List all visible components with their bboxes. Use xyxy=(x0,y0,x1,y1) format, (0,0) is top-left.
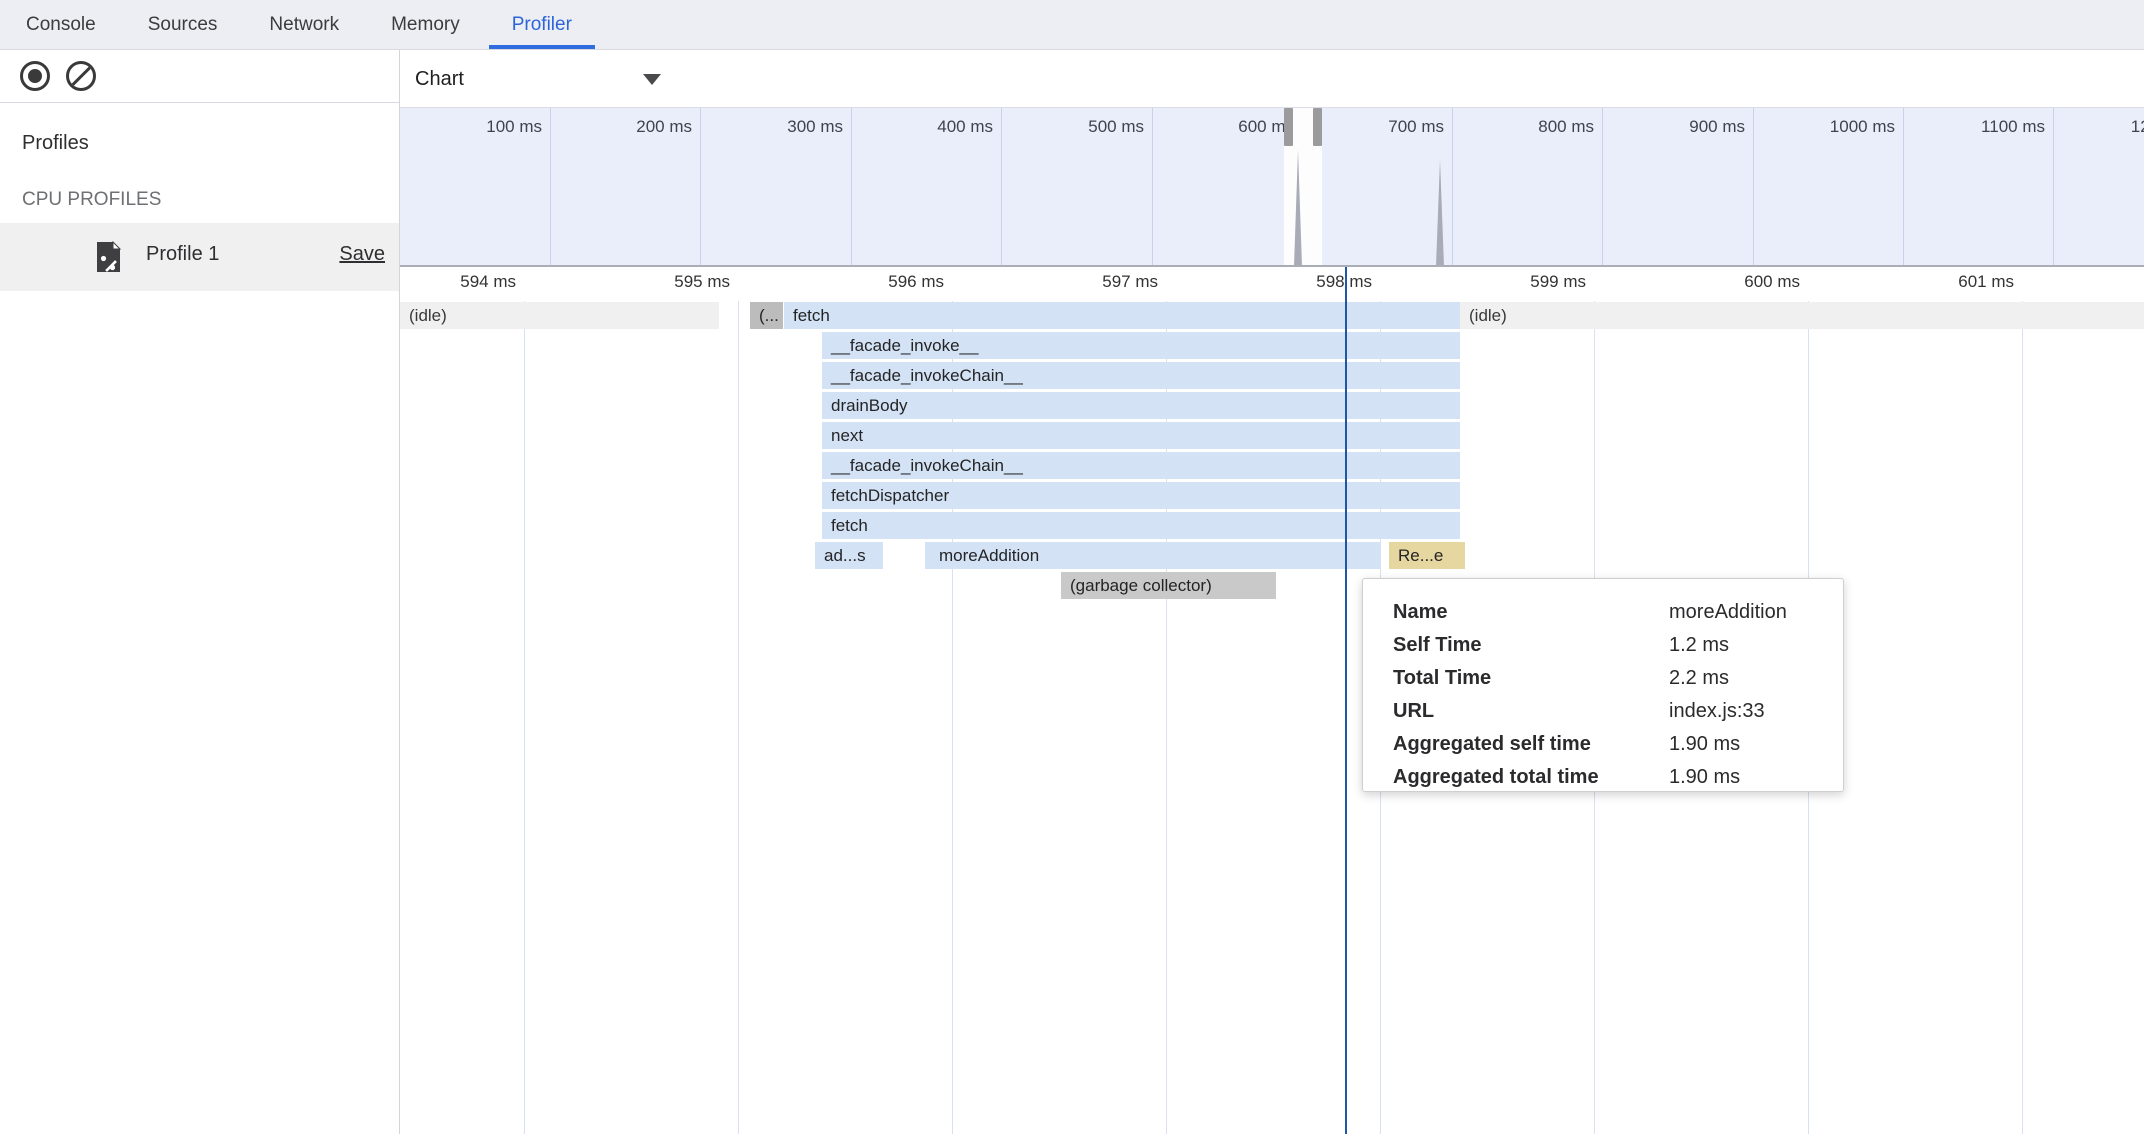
tab-memory[interactable]: Memory xyxy=(365,0,486,49)
profiler-toolbar xyxy=(0,50,399,103)
profiles-header: Profiles xyxy=(22,132,89,155)
flame-bar[interactable]: (... xyxy=(750,302,783,329)
tooltip-row: Aggregated self time1.90 ms xyxy=(1393,728,1843,761)
tooltip-row-value: 1.90 ms xyxy=(1669,766,1843,789)
overview-tick-label: 300 ms xyxy=(713,117,843,137)
clear-icon[interactable] xyxy=(66,61,96,91)
record-dot-icon xyxy=(28,69,42,83)
cpu-activity-spike xyxy=(1436,160,1444,266)
profile-list-item[interactable]: Profile 1 Save xyxy=(0,223,399,291)
overview-tick-label: 600 ms xyxy=(1164,117,1294,137)
tooltip-row-label: Aggregated self time xyxy=(1393,733,1669,756)
overview-gridline xyxy=(1753,108,1754,266)
detail-gridline xyxy=(524,267,525,1134)
ruler-tick-label: 600 ms xyxy=(1670,272,1800,292)
overview-gridline xyxy=(1452,108,1453,266)
flame-bar[interactable]: __facade_invoke__ xyxy=(822,332,1460,359)
overview-gridline xyxy=(700,108,701,266)
view-mode-row: Chart xyxy=(400,50,2144,108)
overview-gridline xyxy=(1152,108,1153,266)
tab-network[interactable]: Network xyxy=(243,0,365,49)
cpu-profiles-section-header: CPU PROFILES xyxy=(22,189,161,211)
tooltip-row-label: Self Time xyxy=(1393,634,1669,657)
profile-document-icon xyxy=(94,241,122,273)
flame-bar[interactable]: ad...s xyxy=(815,542,883,569)
profiler-panel: Console Sources Network Memory Profiler … xyxy=(0,0,2144,1134)
tooltip-row-value: 2.2 ms xyxy=(1669,667,1843,690)
tooltip-row: URLindex.js:33 xyxy=(1393,695,1843,728)
flame-bar[interactable]: (idle) xyxy=(400,302,719,329)
flame-bar[interactable]: fetch xyxy=(784,302,1460,329)
overview-gridline xyxy=(1602,108,1603,266)
flame-bar[interactable]: (garbage collector) xyxy=(1061,572,1276,599)
flame-bar[interactable]: Re...e xyxy=(1389,542,1465,569)
cpu-activity-spike xyxy=(1294,150,1302,266)
detail-gridline xyxy=(738,267,739,1134)
overview-gridline xyxy=(1903,108,1904,266)
overview-tick-label: 500 ms xyxy=(1014,117,1144,137)
tooltip-row: Aggregated total time1.90 ms xyxy=(1393,761,1843,794)
flame-bar[interactable]: next xyxy=(822,422,1460,449)
tooltip-row-value: index.js:33 xyxy=(1669,700,1843,723)
tooltip-row-label: Total Time xyxy=(1393,667,1669,690)
overview-tick-label: 900 ms xyxy=(1615,117,1745,137)
tooltip-row-label: URL xyxy=(1393,700,1669,723)
chevron-down-icon xyxy=(643,74,661,85)
profiles-sidebar: Profiles CPU PROFILES Profile 1 Save xyxy=(0,103,399,1134)
tooltip-row-value: 1.90 ms xyxy=(1669,733,1843,756)
overview-tick-label: 800 ms xyxy=(1464,117,1594,137)
tooltip-row-label: Name xyxy=(1393,601,1669,624)
tooltip-row: NamemoreAddition xyxy=(1393,596,1843,629)
selection-handle-left[interactable] xyxy=(1284,108,1293,146)
overview-gridline xyxy=(851,108,852,266)
selection-handle-right[interactable] xyxy=(1313,108,1322,146)
overview-tick-label: 1100 ms xyxy=(1915,117,2045,137)
overview-gridline xyxy=(2053,108,2054,266)
overview-tick-label: 100 ms xyxy=(412,117,542,137)
flame-bar[interactable]: __facade_invokeChain__ xyxy=(822,362,1460,389)
tooltip-row: Self Time1.2 ms xyxy=(1393,629,1843,662)
overview-tick-label: 700 ms xyxy=(1314,117,1444,137)
playhead-marker xyxy=(1345,267,1347,1134)
record-icon[interactable] xyxy=(20,61,50,91)
flame-bar[interactable]: moreAddition xyxy=(925,542,1380,569)
clear-slash-icon xyxy=(69,64,92,87)
overview-tick-label: 1200 ms xyxy=(2066,117,2144,137)
tooltip-row-value: moreAddition xyxy=(1669,601,1843,624)
ruler-tick-label: 595 ms xyxy=(600,272,730,292)
tab-sources[interactable]: Sources xyxy=(122,0,244,49)
frame-details-tooltip: NamemoreAdditionSelf Time1.2 msTotal Tim… xyxy=(1362,578,1844,792)
save-profile-link[interactable]: Save xyxy=(339,243,385,266)
flame-bar[interactable]: fetchDispatcher xyxy=(822,482,1460,509)
flame-chart-area[interactable]: (idle)(...fetch(idle)__facade_invoke____… xyxy=(400,267,2144,1134)
overview-tick-label: 200 ms xyxy=(562,117,692,137)
overview-tick-label: 1000 ms xyxy=(1765,117,1895,137)
detail-gridline xyxy=(2022,267,2023,1134)
flame-bar[interactable]: drainBody xyxy=(822,392,1460,419)
timeline-overview[interactable]: 100 ms 200 ms 300 ms 400 ms 500 ms 600 ms 700 … xyxy=(400,108,2144,266)
chart-view-value: Chart xyxy=(415,68,464,91)
overview-gridline xyxy=(1001,108,1002,266)
profile-name: Profile 1 xyxy=(146,243,219,266)
tooltip-row-value: 1.2 ms xyxy=(1669,634,1843,657)
tooltip-row: Total Time2.2 ms xyxy=(1393,662,1843,695)
ruler-tick-label: 597 ms xyxy=(1028,272,1158,292)
ruler-tick-label: 596 ms xyxy=(814,272,944,292)
ruler-tick-label: 598 ms xyxy=(1242,272,1372,292)
chart-view-select[interactable]: Chart xyxy=(415,62,661,96)
overview-tick-label: 400 ms xyxy=(863,117,993,137)
tab-console[interactable]: Console xyxy=(0,0,122,49)
tab-profiler[interactable]: Profiler xyxy=(486,0,598,49)
ruler-tick-label: 601 ms xyxy=(1884,272,2014,292)
overview-gridline xyxy=(550,108,551,266)
ruler-tick-label: 594 ms xyxy=(386,272,516,292)
flame-bar[interactable]: __facade_invokeChain__ xyxy=(822,452,1460,479)
detail-time-ruler: 594 ms595 ms596 ms597 ms598 ms599 ms600 … xyxy=(400,267,2144,301)
tooltip-row-label: Aggregated total time xyxy=(1393,766,1669,789)
ruler-tick-label: 599 ms xyxy=(1456,272,1586,292)
flame-bar[interactable]: (idle) xyxy=(1460,302,2144,329)
flame-bar[interactable]: fetch xyxy=(822,512,1460,539)
devtools-tabbar: Console Sources Network Memory Profiler xyxy=(0,0,2144,50)
